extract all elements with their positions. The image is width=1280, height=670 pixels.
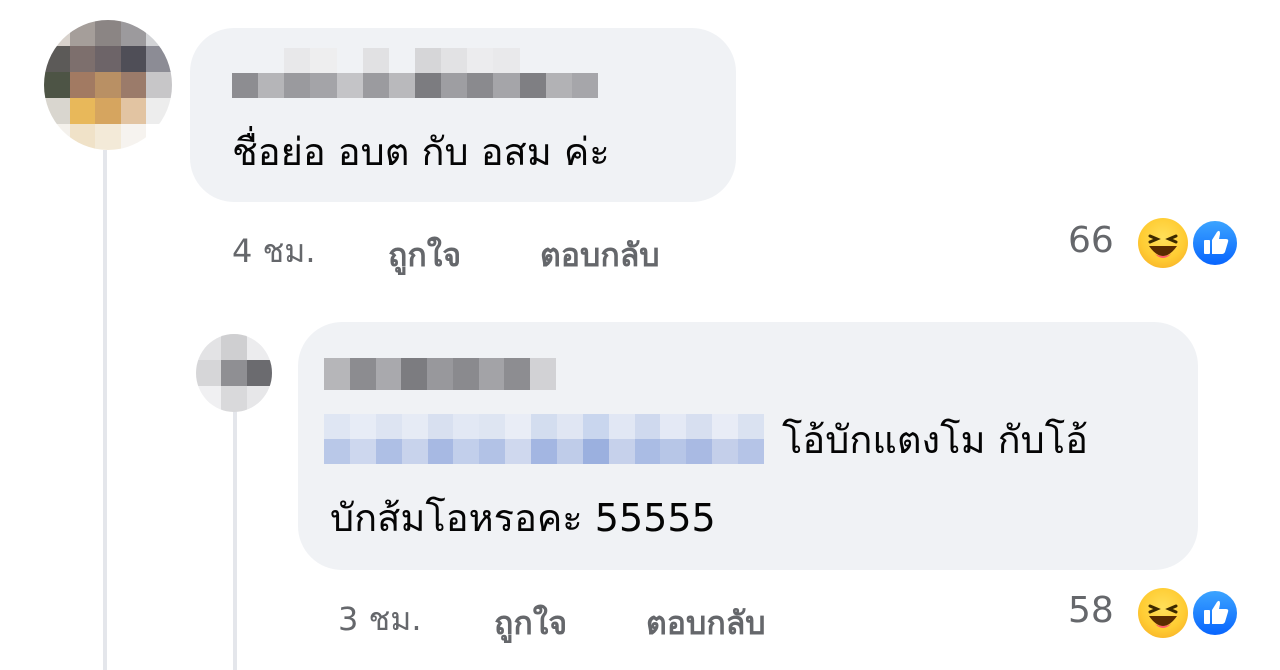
comment-timestamp[interactable]: 3 ชม. bbox=[338, 594, 422, 645]
author-name[interactable] bbox=[232, 48, 598, 98]
like-button[interactable]: ถูกใจ bbox=[494, 598, 567, 649]
like-icon bbox=[1190, 588, 1240, 638]
reaction-count: 66 bbox=[1068, 220, 1114, 261]
avatar[interactable] bbox=[44, 20, 172, 150]
comment-text-line-2: บักส้มโอหรอคะ 55555 bbox=[330, 496, 716, 540]
haha-icon bbox=[1138, 588, 1188, 638]
reaction-count: 58 bbox=[1068, 590, 1114, 631]
comment-text-line-1: โอ้บักแตงโม กับโอ้ bbox=[782, 418, 1088, 462]
author-name[interactable] bbox=[324, 358, 556, 390]
reply-button[interactable]: ตอบกลับ bbox=[646, 598, 766, 649]
mentioned-user-tag[interactable] bbox=[324, 414, 764, 464]
like-button[interactable]: ถูกใจ bbox=[388, 230, 461, 281]
thread-line bbox=[233, 410, 237, 670]
comment-timestamp[interactable]: 4 ชม. bbox=[232, 226, 316, 277]
like-icon bbox=[1190, 218, 1240, 268]
comment-text: ชื่อย่อ อบต กับ อสม ค่ะ bbox=[232, 130, 610, 174]
thread-line bbox=[103, 150, 107, 670]
haha-icon bbox=[1138, 218, 1188, 268]
reply-button[interactable]: ตอบกลับ bbox=[540, 230, 660, 281]
avatar[interactable] bbox=[196, 334, 272, 412]
